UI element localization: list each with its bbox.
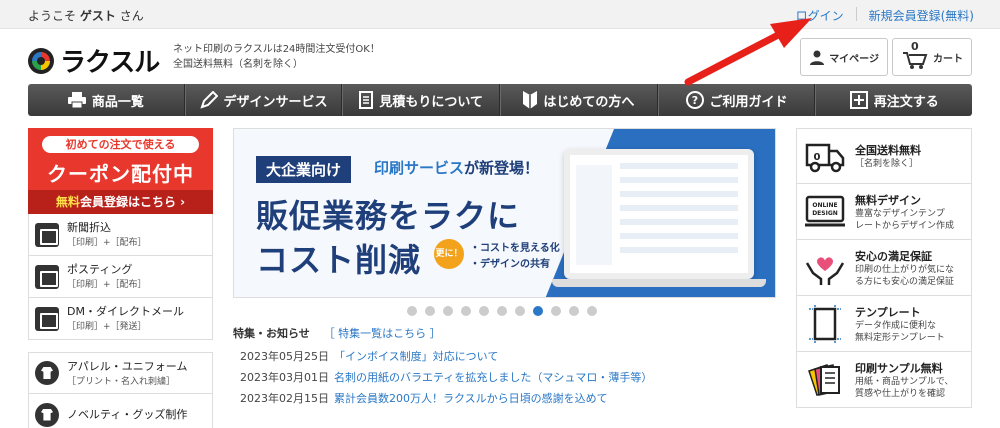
reorder-icon [849,91,868,109]
service-list: 新聞折込 ［印刷］+［配布］ ポスティング ［印刷］+［配布］ DM・ダイレクトメー… [28,214,213,340]
register-link[interactable]: 新規会員登録(無料) [869,7,974,24]
feature-free-shipping[interactable]: 0 全国送料無料 ［名刺を除く］ [796,128,972,184]
carousel-dot[interactable] [515,306,525,316]
nav-guide[interactable]: ? ご利用ガイド [657,84,816,116]
cart-count: 0 [911,39,919,53]
sample-paper-icon [808,363,840,396]
guest-name: ゲスト [79,9,116,23]
coupon-register-link[interactable]: 無料会員登録はこちら › [28,190,213,214]
coupon-caption: 初めての注文で使える [42,136,199,153]
carousel-dot[interactable] [497,306,507,316]
printer-icon [67,92,86,108]
mailbox-icon [35,264,59,289]
nav-design-service[interactable]: デザインサービス [184,84,343,116]
news-title-link[interactable]: 名刺の用紙のバラエティを拡充しました（マシュマロ・薄手等） [334,367,652,388]
cart-button[interactable]: 0 カート [892,38,972,76]
gift-icon [35,402,59,427]
feature-list: 0 全国送料無料 ［名刺を除く］ ONLINE DESIGN 無料デザイン 豊富なデ… [796,128,972,408]
feature-free-samples[interactable]: 印刷サンプル無料 用紙・商品サンプルで、 質感や仕上がりを確認 [796,352,972,408]
pencil-icon [199,91,218,109]
heart-hands-icon [805,256,845,285]
carousel-dots [407,306,605,316]
carousel-dot[interactable] [425,306,435,316]
main-nav: 商品一覧 デザインサービス 見積もりについて はじめての方へ ? ご利用ガイド … [28,84,972,116]
nav-beginners[interactable]: はじめての方へ [500,84,658,116]
mail-icon [35,306,59,331]
carousel-dot[interactable] [569,306,579,316]
banner-bullets: ・コストを見える化 ・デザインの共有 [470,243,560,270]
side-item-posting[interactable]: ポスティング ［印刷］+［配布］ [28,256,213,298]
carousel-dot[interactable] [551,306,561,316]
side-item-newspaper-insert[interactable]: 新聞折込 ［印刷］+［配布］ [28,214,213,256]
feature-free-design[interactable]: ONLINE DESIGN 無料デザイン 豊富なデザインテンプ レートからデザイン作… [796,184,972,240]
login-link[interactable]: ログイン [796,7,844,24]
goods-list: アパレル・ユニフォーム ［プリント・名入れ刺繍］ ノベルティ・グッズ制作 [28,352,213,428]
header-buttons: マイページ 0 カート [800,38,972,76]
template-icon [809,304,841,343]
news-all-link[interactable]: ［ 特集一覧はこちら ］ [324,327,441,340]
tagline: ネット印刷のラクスルは24時間注文受付OK！ 全国送料無料（名刺を除く） [173,44,380,70]
laptop-base [552,279,766,287]
carousel-dot[interactable] [443,306,453,316]
user-icon [810,50,825,65]
news-title-link[interactable]: 累計会員数200万人！ラクスルから日頃の感謝を込めて [334,388,608,409]
carousel-dot[interactable] [479,306,489,316]
laptop-illustration [564,149,754,279]
mypage-button[interactable]: マイページ [800,38,888,76]
news-item: 2023年03月01日 名刺の用紙のバラエティを拡充しました（マシュマロ・薄手等… [240,367,652,388]
hero-banner[interactable]: 大企業向け 印刷サービスが新登場！ 販促業務をラクに コスト削減 更に！ ・コス… [233,128,776,298]
nav-reorder[interactable]: 再注文する [815,84,972,116]
carousel-dot[interactable] [461,306,471,316]
divider [855,7,857,21]
logo[interactable]: ラクスル [28,42,160,79]
svg-text:?: ? [691,94,697,107]
newspaper-icon [35,222,59,247]
news-date: 2023年02月15日 [240,392,329,405]
news-item: 2023年05月25日 「インボイス制度」対応について [240,346,652,367]
question-icon: ? [685,91,704,109]
banner-badge: 大企業向け [256,156,352,183]
coupon-headline: クーポン配付中 [47,162,194,186]
nav-estimate[interactable]: 見積もりについて [342,84,501,116]
news-list: 2023年05月25日 「インボイス制度」対応について 2023年03月01日 … [240,346,652,409]
account-links: ログイン 新規会員登録(無料) [796,7,974,24]
svg-text:ONLINE: ONLINE [812,202,837,209]
welcome-message: ようこそ ゲスト さん [28,9,144,23]
logo-text: ラクスル [60,48,160,78]
carousel-dot[interactable] [407,306,417,316]
top-bar: ようこそ ゲスト さん ログイン 新規会員登録(無料) [0,0,1000,29]
coupon-banner[interactable]: 初めての注文で使える クーポン配付中 無料会員登録はこちら › [28,128,213,214]
banner-subtitle: 印刷サービスが新登場！ [374,159,540,177]
news-title-link[interactable]: 「インボイス制度」対応について [334,346,498,367]
svg-text:DESIGN: DESIGN [812,210,838,217]
tshirt-icon [35,361,59,385]
svg-text:0: 0 [814,152,821,163]
beginner-mark-icon [523,91,538,109]
news-header: 特集・お知らせ ［ 特集一覧はこちら ］ [233,327,441,340]
feature-satisfaction-guarantee[interactable]: 安心の満足保証 印刷の仕上がりが気にな る方にも安心の満足保証 [796,240,972,296]
banner-headline-2: コスト削減 [256,241,422,279]
side-item-novelty[interactable]: ノベルティ・グッズ制作 [28,394,213,428]
news-date: 2023年05月25日 [240,350,329,363]
online-design-icon: ONLINE DESIGN [805,195,845,226]
side-item-direct-mail[interactable]: DM・ダイレクトメール ［印刷］+［発送］ [28,298,213,340]
news-date: 2023年03月01日 [240,371,329,384]
carousel-dot[interactable] [587,306,597,316]
side-item-apparel[interactable]: アパレル・ユニフォーム ［プリント・名入れ刺繍］ [28,352,213,394]
truck-icon: 0 [805,143,845,173]
document-icon [359,91,374,109]
news-item: 2023年02月15日 累計会員数200万人！ラクスルから日頃の感謝を込めて [240,388,652,409]
carousel-dot[interactable] [533,306,543,316]
logo-mark-icon [28,47,54,74]
banner-headline-1: 販促業務をラクに [256,197,521,235]
feature-template[interactable]: テンプレート データ作成に便利な 無料定形テンプレート [796,296,972,352]
banner-more-badge: 更に！ [434,239,464,269]
nav-products[interactable]: 商品一覧 [28,84,185,116]
